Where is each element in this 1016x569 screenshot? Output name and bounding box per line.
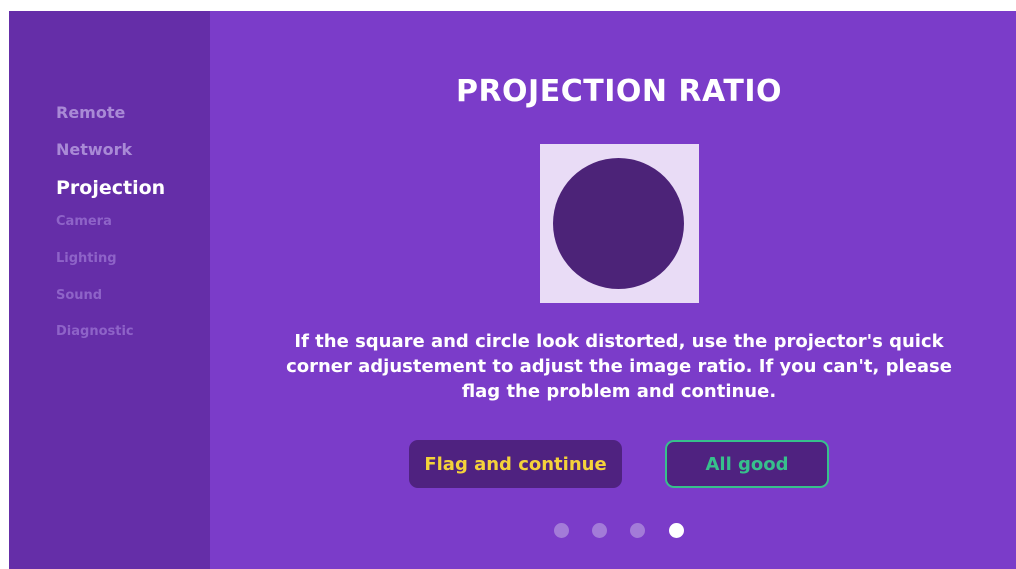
sidebar-item-remote[interactable]: Remote [56, 103, 125, 122]
sidebar-item-sound[interactable]: Sound [56, 288, 102, 303]
all-good-button[interactable]: All good [665, 440, 829, 488]
sidebar-item-camera[interactable]: Camera [56, 214, 112, 229]
test-pattern-square [540, 144, 699, 303]
pagination-dot-active [669, 523, 684, 538]
pagination-dot [592, 523, 607, 538]
pagination-dot [630, 523, 645, 538]
flag-and-continue-label: Flag and continue [424, 453, 607, 475]
sidebar-item-network[interactable]: Network [56, 140, 132, 159]
test-pattern-circle [553, 158, 684, 289]
all-good-label: All good [705, 453, 789, 475]
sidebar: Remote Network Projection Camera Lightin… [9, 11, 210, 569]
app-frame: Remote Network Projection Camera Lightin… [9, 11, 1016, 569]
main-panel: PROJECTION RATIO If the square and circl… [210, 11, 1016, 569]
sidebar-item-lighting[interactable]: Lighting [56, 251, 117, 266]
instructions-text: If the square and circle look distorted,… [286, 331, 952, 402]
flag-and-continue-button[interactable]: Flag and continue [409, 440, 622, 488]
sidebar-item-diagnostic[interactable]: Diagnostic [56, 324, 134, 339]
pagination-dot [554, 523, 569, 538]
sidebar-item-projection[interactable]: Projection [56, 177, 165, 199]
page-title: PROJECTION RATIO [455, 74, 783, 109]
